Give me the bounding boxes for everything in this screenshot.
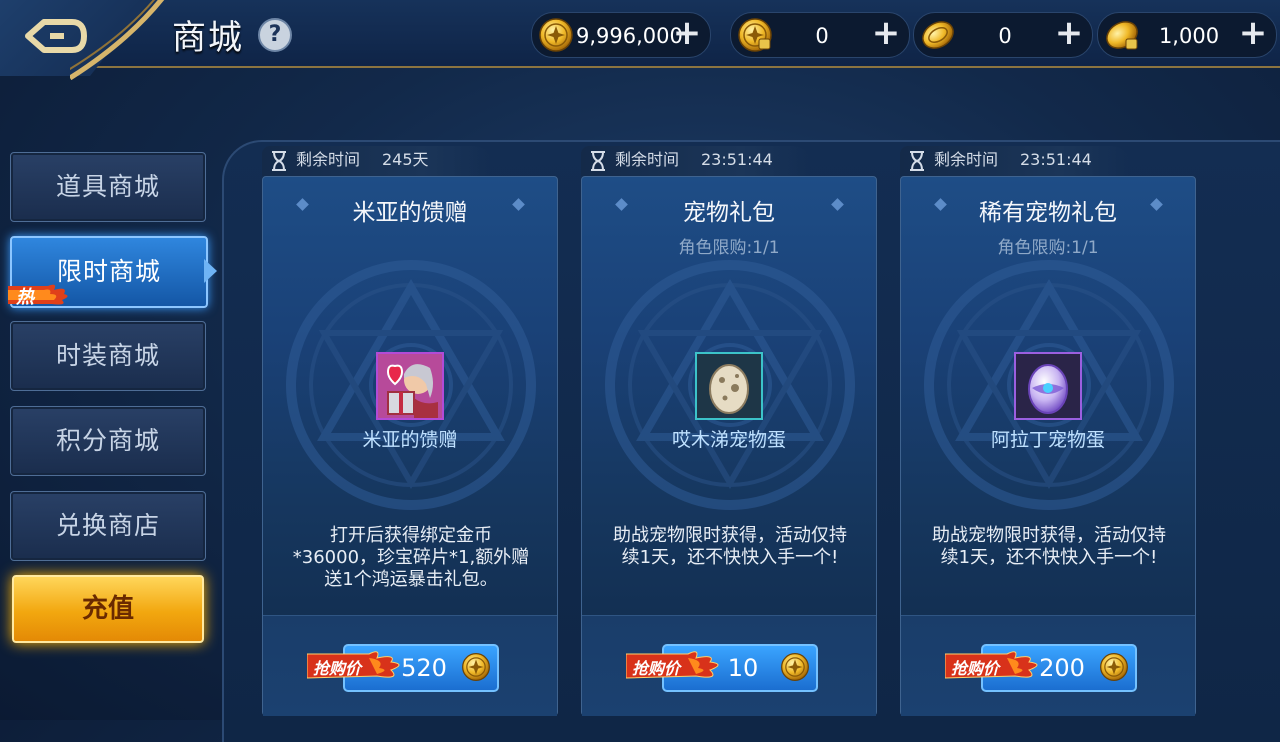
sidebar-item-exchange-shop[interactable]: 兑换商店	[10, 491, 206, 561]
item-name: 米亚的馈赠	[362, 429, 458, 451]
add-token-button[interactable]: +	[1054, 16, 1084, 50]
currency-gold: 9,996,000 +	[531, 12, 711, 58]
price-tag: 抢购价	[944, 648, 1045, 684]
timer-value: 23:51:44	[701, 150, 773, 169]
gift-portrait-icon[interactable]	[376, 352, 444, 420]
timer-label: 剩余时间	[296, 150, 361, 169]
timer-label: 剩余时间	[615, 150, 680, 169]
hourglass-icon	[272, 151, 286, 171]
top-bar: 商城 ? 9,996,000 + 0 + 0 + 1,000 +	[0, 0, 1280, 80]
timer-value: 23:51:44	[1020, 150, 1092, 169]
token-coin-icon	[922, 21, 954, 49]
price-tag: 抢购价	[306, 648, 407, 684]
card-description: 打开后获得绑定金币*36000，珍宝碎片*1,额外赠送1个鸿运暴击礼包。	[292, 525, 530, 590]
card-description: 助战宠物限时获得，活动仅持续1天，还不快快入手一个!	[932, 525, 1166, 568]
sidebar-item-fashion-shop[interactable]: 时装商城	[10, 321, 206, 391]
currency-gold-value: 9,996,000	[576, 24, 683, 48]
active-tab-arrow-icon	[204, 259, 217, 283]
card-title: 米亚的馈赠	[352, 200, 468, 226]
card-description: 助战宠物限时获得，活动仅持续1天，还不快快入手一个!	[613, 525, 847, 568]
card-footer: 10 抢购价	[582, 615, 876, 716]
gold-coin-icon	[1099, 652, 1129, 682]
sidebar-item-item-shop[interactable]: 道具商城	[10, 152, 206, 222]
gold-coin-icon	[461, 652, 491, 682]
pet-egg-icon[interactable]	[695, 352, 763, 420]
rare-pet-egg-icon[interactable]	[1014, 352, 1082, 420]
bound-gold-coin-icon	[737, 17, 773, 53]
timer-bar: 剩余时间 23:51:44	[581, 146, 811, 176]
help-icon[interactable]: ?	[258, 18, 292, 52]
currency-bound-token: 1,000 +	[1097, 12, 1277, 58]
currency-token-value: 0	[998, 24, 1012, 48]
add-bound-gold-button[interactable]: +	[871, 16, 901, 50]
recharge-button[interactable]: 充值	[12, 575, 204, 643]
price-tag: 抢购价	[625, 648, 726, 684]
price-tag-label: 抢购价	[632, 659, 681, 678]
gold-slash-decoration	[70, 0, 165, 80]
timer-bar: 剩余时间 23:51:44	[900, 146, 1130, 176]
currency-bound-gold: 0 +	[730, 12, 910, 58]
purchase-limit: 角色限购:1/1	[678, 238, 780, 258]
price-tag-label: 抢购价	[951, 659, 1000, 678]
currency-bound-gold-value: 0	[815, 24, 829, 48]
add-gold-button[interactable]: +	[672, 16, 702, 50]
card-title: 宠物礼包	[683, 200, 775, 226]
timer-label: 剩余时间	[934, 150, 999, 169]
gold-coin-icon	[538, 17, 574, 53]
shop-card: 剩余时间 245天 米亚的馈赠 米亚的馈赠 打开后获得绑定金币*36000，珍宝…	[262, 146, 558, 716]
card-footer: 520 抢购价	[263, 615, 557, 716]
card-body[interactable]: 稀有宠物礼包 角色限购:1/1 阿拉丁宠物蛋 助战宠物限时获得，活动仅持续1天，…	[900, 176, 1196, 716]
shop-card: 剩余时间 23:51:44 宠物礼包 角色限购:1/1 哎木涕宠物蛋 助战宠物限…	[581, 146, 877, 716]
timer-bar: 剩余时间 245天	[262, 146, 492, 176]
card-footer: 200 抢购价	[901, 615, 1195, 716]
price-tag-label: 抢购价	[313, 659, 362, 678]
shop-card: 剩余时间 23:51:44 稀有宠物礼包 角色限购:1/1 阿拉丁宠物蛋 助战宠…	[900, 146, 1196, 716]
gold-coin-icon	[780, 652, 810, 682]
card-body[interactable]: 宠物礼包 角色限购:1/1 哎木涕宠物蛋 助战宠物限时获得，活动仅持续1天，还不…	[581, 176, 877, 716]
hot-badge-label: 热	[16, 287, 34, 308]
card-title: 稀有宠物礼包	[979, 200, 1117, 226]
timer-value: 245天	[382, 150, 429, 169]
currency-token: 0 +	[913, 12, 1093, 58]
hourglass-icon	[591, 151, 605, 171]
card-body[interactable]: 米亚的馈赠 米亚的馈赠 打开后获得绑定金币*36000，珍宝碎片*1,额外赠送1…	[262, 176, 558, 716]
currency-bound-token-value: 1,000	[1158, 24, 1220, 48]
sidebar-item-points-shop[interactable]: 积分商城	[10, 406, 206, 476]
bound-token-coin-icon	[1106, 21, 1138, 50]
add-bound-token-button[interactable]: +	[1238, 16, 1268, 50]
item-name: 阿拉丁宠物蛋	[990, 429, 1105, 451]
hot-badge: 热	[8, 282, 72, 308]
item-name: 哎木涕宠物蛋	[671, 429, 786, 451]
page-title: 商城	[172, 18, 244, 58]
hourglass-icon	[910, 151, 924, 171]
purchase-limit: 角色限购:1/1	[997, 238, 1099, 258]
